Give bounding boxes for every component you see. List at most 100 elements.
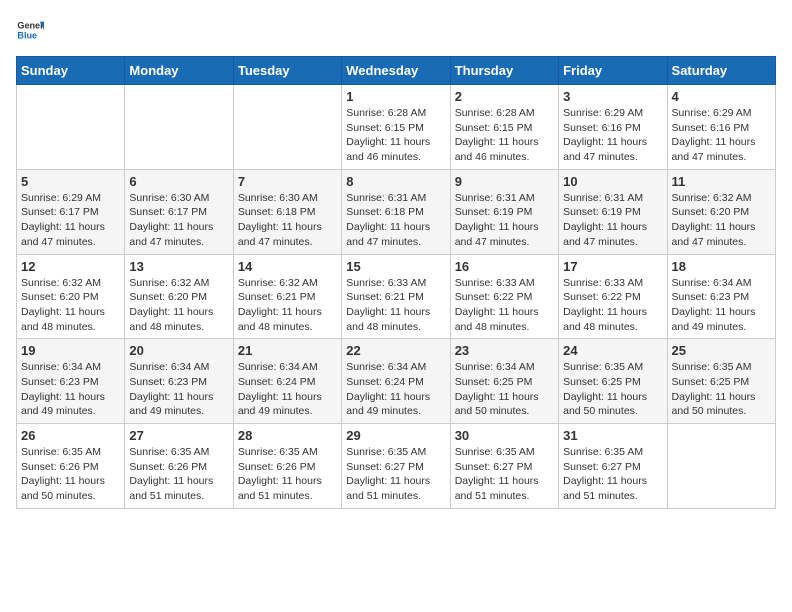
- day-number: 16: [455, 259, 554, 274]
- day-info: Sunrise: 6:29 AMSunset: 6:16 PMDaylight:…: [672, 106, 771, 165]
- calendar-cell: 4 Sunrise: 6:29 AMSunset: 6:16 PMDaylight…: [667, 85, 775, 170]
- calendar-cell: 25 Sunrise: 6:35 AMSunset: 6:25 PMDayligh…: [667, 339, 775, 424]
- day-info: Sunrise: 6:34 AMSunset: 6:24 PMDaylight:…: [238, 360, 337, 419]
- day-info: Sunrise: 6:32 AMSunset: 6:21 PMDaylight:…: [238, 276, 337, 335]
- day-number: 26: [21, 428, 120, 443]
- svg-text:General: General: [17, 21, 44, 31]
- day-number: 24: [563, 343, 662, 358]
- day-number: 2: [455, 89, 554, 104]
- day-info: Sunrise: 6:31 AMSunset: 6:18 PMDaylight:…: [346, 191, 445, 250]
- day-info: Sunrise: 6:35 AMSunset: 6:26 PMDaylight:…: [238, 445, 337, 504]
- day-number: 12: [21, 259, 120, 274]
- calendar-cell: 3 Sunrise: 6:29 AMSunset: 6:16 PMDaylight…: [559, 85, 667, 170]
- day-info: Sunrise: 6:35 AMSunset: 6:27 PMDaylight:…: [455, 445, 554, 504]
- calendar-cell: 13Sunrise: 6:32 AMSunset: 6:20 PMDayligh…: [125, 254, 233, 339]
- calendar-cell: 16 Sunrise: 6:33 AMSunset: 6:22 PMDayligh…: [450, 254, 558, 339]
- calendar-cell: 9 Sunrise: 6:31 AMSunset: 6:19 PMDaylight…: [450, 169, 558, 254]
- day-info: Sunrise: 6:28 AMSunset: 6:15 PMDaylight:…: [455, 106, 554, 165]
- calendar-cell: 26 Sunrise: 6:35 AMSunset: 6:26 PMDayligh…: [17, 424, 125, 509]
- calendar-cell: 23 Sunrise: 6:34 AMSunset: 6:25 PMDayligh…: [450, 339, 558, 424]
- day-of-week-header: Thursday: [450, 57, 558, 85]
- day-info: Sunrise: 6:29 AMSunset: 6:16 PMDaylight:…: [563, 106, 662, 165]
- day-info: Sunrise: 6:29 AMSunset: 6:17 PMDaylight:…: [21, 191, 120, 250]
- calendar-cell: 8 Sunrise: 6:31 AMSunset: 6:18 PMDaylight…: [342, 169, 450, 254]
- day-of-week-header: Wednesday: [342, 57, 450, 85]
- calendar-cell: 20Sunrise: 6:34 AMSunset: 6:23 PMDayligh…: [125, 339, 233, 424]
- calendar-cell: 29 Sunrise: 6:35 AMSunset: 6:27 PMDayligh…: [342, 424, 450, 509]
- day-info: Sunrise: 6:28 AMSunset: 6:15 PMDaylight:…: [346, 106, 445, 165]
- day-number: 27: [129, 428, 228, 443]
- day-number: 3: [563, 89, 662, 104]
- day-info: Sunrise: 6:30 AMSunset: 6:17 PMDaylight:…: [129, 191, 228, 250]
- day-info: Sunrise: 6:34 AMSunset: 6:24 PMDaylight:…: [346, 360, 445, 419]
- calendar-cell: [17, 85, 125, 170]
- calendar-cell: 19 Sunrise: 6:34 AMSunset: 6:23 PMDayligh…: [17, 339, 125, 424]
- day-number: 14: [238, 259, 337, 274]
- calendar-table: SundayMondayTuesdayWednesdayThursdayFrid…: [16, 56, 776, 509]
- calendar-header-row: SundayMondayTuesdayWednesdayThursdayFrid…: [17, 57, 776, 85]
- calendar-cell: [667, 424, 775, 509]
- day-info: Sunrise: 6:32 AMSunset: 6:20 PMDaylight:…: [129, 276, 228, 335]
- day-of-week-header: Monday: [125, 57, 233, 85]
- calendar-week-row: 12 Sunrise: 6:32 AMSunset: 6:20 PMDayligh…: [17, 254, 776, 339]
- day-number: 21: [238, 343, 337, 358]
- calendar-cell: 28 Sunrise: 6:35 AMSunset: 6:26 PMDayligh…: [233, 424, 341, 509]
- day-number: 6: [129, 174, 228, 189]
- day-of-week-header: Saturday: [667, 57, 775, 85]
- day-info: Sunrise: 6:31 AMSunset: 6:19 PMDaylight:…: [563, 191, 662, 250]
- calendar-cell: 31Sunrise: 6:35 AMSunset: 6:27 PMDayligh…: [559, 424, 667, 509]
- logo: General Blue: [16, 16, 48, 44]
- day-number: 11: [672, 174, 771, 189]
- calendar-cell: 18 Sunrise: 6:34 AMSunset: 6:23 PMDayligh…: [667, 254, 775, 339]
- day-info: Sunrise: 6:35 AMSunset: 6:27 PMDaylight:…: [346, 445, 445, 504]
- calendar-week-row: 5 Sunrise: 6:29 AMSunset: 6:17 PMDaylight…: [17, 169, 776, 254]
- day-number: 5: [21, 174, 120, 189]
- day-number: 9: [455, 174, 554, 189]
- day-info: Sunrise: 6:32 AMSunset: 6:20 PMDaylight:…: [672, 191, 771, 250]
- day-number: 18: [672, 259, 771, 274]
- day-of-week-header: Friday: [559, 57, 667, 85]
- day-info: Sunrise: 6:35 AMSunset: 6:25 PMDaylight:…: [672, 360, 771, 419]
- day-info: Sunrise: 6:35 AMSunset: 6:25 PMDaylight:…: [563, 360, 662, 419]
- logo-icon: General Blue: [16, 16, 44, 44]
- day-number: 4: [672, 89, 771, 104]
- calendar-cell: 1 Sunrise: 6:28 AMSunset: 6:15 PMDaylight…: [342, 85, 450, 170]
- day-number: 7: [238, 174, 337, 189]
- calendar-cell: 14 Sunrise: 6:32 AMSunset: 6:21 PMDayligh…: [233, 254, 341, 339]
- day-info: Sunrise: 6:34 AMSunset: 6:23 PMDaylight:…: [672, 276, 771, 335]
- day-number: 1: [346, 89, 445, 104]
- day-number: 23: [455, 343, 554, 358]
- day-number: 25: [672, 343, 771, 358]
- day-info: Sunrise: 6:35 AMSunset: 6:26 PMDaylight:…: [21, 445, 120, 504]
- calendar-cell: 17 Sunrise: 6:33 AMSunset: 6:22 PMDayligh…: [559, 254, 667, 339]
- day-info: Sunrise: 6:34 AMSunset: 6:23 PMDaylight:…: [21, 360, 120, 419]
- day-number: 17: [563, 259, 662, 274]
- day-info: Sunrise: 6:33 AMSunset: 6:22 PMDaylight:…: [455, 276, 554, 335]
- day-info: Sunrise: 6:30 AMSunset: 6:18 PMDaylight:…: [238, 191, 337, 250]
- calendar-cell: [125, 85, 233, 170]
- calendar-cell: [233, 85, 341, 170]
- calendar-cell: 12Sunrise: 6:32 AMSunset: 6:20 PMDayligh…: [17, 254, 125, 339]
- calendar-week-row: 1 Sunrise: 6:28 AMSunset: 6:15 PMDaylight…: [17, 85, 776, 170]
- day-number: 19: [21, 343, 120, 358]
- calendar-cell: 5 Sunrise: 6:29 AMSunset: 6:17 PMDaylight…: [17, 169, 125, 254]
- day-number: 31: [563, 428, 662, 443]
- day-info: Sunrise: 6:31 AMSunset: 6:19 PMDaylight:…: [455, 191, 554, 250]
- day-number: 29: [346, 428, 445, 443]
- day-number: 15: [346, 259, 445, 274]
- calendar-cell: 22 Sunrise: 6:34 AMSunset: 6:24 PMDayligh…: [342, 339, 450, 424]
- calendar-cell: 11 Sunrise: 6:32 AMSunset: 6:20 PMDayligh…: [667, 169, 775, 254]
- day-of-week-header: Tuesday: [233, 57, 341, 85]
- day-info: Sunrise: 6:34 AMSunset: 6:25 PMDaylight:…: [455, 360, 554, 419]
- day-info: Sunrise: 6:33 AMSunset: 6:22 PMDaylight:…: [563, 276, 662, 335]
- day-number: 8: [346, 174, 445, 189]
- day-number: 22: [346, 343, 445, 358]
- day-number: 10: [563, 174, 662, 189]
- day-of-week-header: Sunday: [17, 57, 125, 85]
- day-info: Sunrise: 6:34 AMSunset: 6:23 PMDaylight:…: [129, 360, 228, 419]
- day-number: 30: [455, 428, 554, 443]
- calendar-cell: 7 Sunrise: 6:30 AMSunset: 6:18 PMDaylight…: [233, 169, 341, 254]
- day-number: 28: [238, 428, 337, 443]
- calendar-week-row: 19 Sunrise: 6:34 AMSunset: 6:23 PMDayligh…: [17, 339, 776, 424]
- calendar-cell: 30 Sunrise: 6:35 AMSunset: 6:27 PMDayligh…: [450, 424, 558, 509]
